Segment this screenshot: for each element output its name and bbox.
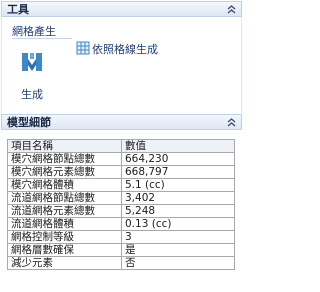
group-divider xyxy=(12,38,72,39)
chevron-double-up-icon[interactable] xyxy=(225,116,237,128)
tools-panel-header[interactable]: 工具 xyxy=(1,1,242,17)
model-details-panel-body: 項目名稱 數值 模穴網格節點總數 664,230 模穴網格元素總數 668,79… xyxy=(1,130,242,292)
column-header-value: 數值 xyxy=(121,139,235,153)
mesh-generate-icon xyxy=(21,51,43,76)
row-name: 流道網格體積 xyxy=(7,217,122,231)
table-row: 流道網格節點總數 3,402 xyxy=(7,191,235,205)
row-value: 3 xyxy=(121,230,235,244)
model-details-table: 項目名稱 數值 模穴網格節點總數 664,230 模穴網格元素總數 668,79… xyxy=(7,139,235,270)
table-row: 網格控制等級 3 xyxy=(7,230,235,244)
row-value: 5.1 (cc) xyxy=(121,178,235,192)
row-name: 模穴網格節點總數 xyxy=(7,152,122,166)
table-row: 減少元素 否 xyxy=(7,256,235,270)
row-name: 流道網格元素總數 xyxy=(7,204,122,218)
row-value: 是 xyxy=(121,243,235,257)
column-header-item-name: 項目名稱 xyxy=(7,139,122,153)
row-value: 3,402 xyxy=(121,191,235,205)
tools-panel-title: 工具 xyxy=(7,3,29,16)
chevron-double-up-icon[interactable] xyxy=(225,3,237,15)
row-name: 模穴網格體積 xyxy=(7,178,122,192)
row-name: 網格控制等級 xyxy=(7,230,122,244)
model-details-panel-title: 模型細節 xyxy=(7,116,51,129)
table-row: 模穴網格元素總數 668,797 xyxy=(7,165,235,179)
mesh-by-grid-button[interactable]: 依照格線生成 xyxy=(76,41,158,57)
row-value: 否 xyxy=(121,256,235,270)
mesh-by-grid-label: 依照格線生成 xyxy=(92,43,158,56)
grid-mesh-icon xyxy=(76,41,90,58)
row-value: 664,230 xyxy=(121,152,235,166)
row-value: 5,248 xyxy=(121,204,235,218)
table-row: 模穴網格節點總數 664,230 xyxy=(7,152,235,166)
row-name: 流道網格節點總數 xyxy=(7,191,122,205)
row-name: 減少元素 xyxy=(7,256,122,270)
tools-panel-body: 網格產生 生成 依照格線生成 xyxy=(1,17,242,113)
table-row: 流道網格體積 0.13 (cc) xyxy=(7,217,235,231)
mesh-generation-group-label: 網格產生 xyxy=(12,25,56,38)
table-header-row: 項目名稱 數值 xyxy=(7,139,235,153)
model-details-panel-header[interactable]: 模型細節 xyxy=(1,114,242,130)
row-value: 668,797 xyxy=(121,165,235,179)
row-value: 0.13 (cc) xyxy=(121,217,235,231)
generate-button-label: 生成 xyxy=(21,88,43,101)
table-row: 模穴網格體積 5.1 (cc) xyxy=(7,178,235,192)
row-name: 網格層數確保 xyxy=(7,243,122,257)
table-row: 流道網格元素總數 5,248 xyxy=(7,204,235,218)
row-name: 模穴網格元素總數 xyxy=(7,165,122,179)
generate-mesh-button[interactable]: 生成 xyxy=(9,45,55,109)
table-row: 網格層數確保 是 xyxy=(7,243,235,257)
